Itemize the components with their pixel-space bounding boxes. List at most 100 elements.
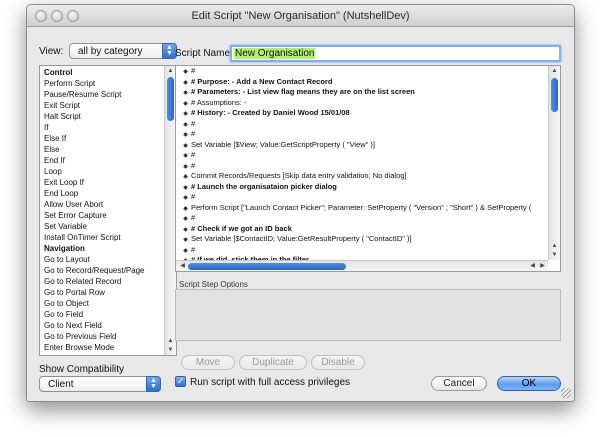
- script-editor[interactable]: ◆ # ◆ # Purpose: - Add a New Contact Record…: [175, 65, 561, 272]
- move-handle-icon[interactable]: ◆: [180, 151, 191, 161]
- move-handle-icon[interactable]: ◆: [180, 120, 191, 130]
- move-handle-icon[interactable]: ◆: [180, 162, 191, 172]
- move-button[interactable]: Move: [181, 355, 235, 370]
- move-handle-icon[interactable]: ◆: [180, 99, 191, 109]
- list-item[interactable]: Else: [44, 144, 163, 155]
- script-line[interactable]: ◆ Commit Records/Requests [Skip data entr…: [180, 171, 548, 182]
- script-line[interactable]: ◆ #: [180, 119, 548, 130]
- step-category[interactable]: Navigation: [44, 243, 163, 254]
- duplicate-button[interactable]: Duplicate: [239, 355, 307, 370]
- compatibility-selected: Client: [48, 379, 74, 390]
- script-line[interactable]: ◆ Set Variable [$View; Value:GetScriptPro…: [180, 140, 548, 151]
- editor-scroll-thumb[interactable]: [551, 78, 558, 112]
- editor-hscroll-thumb[interactable]: [188, 263, 346, 270]
- script-line[interactable]: ◆ # Assumptions: -: [180, 98, 548, 109]
- move-handle-icon[interactable]: ◆: [180, 225, 191, 235]
- cancel-button[interactable]: Cancel: [431, 376, 487, 391]
- scroll-right-icon[interactable]: ▶: [537, 262, 548, 271]
- step-category[interactable]: Control: [44, 67, 163, 78]
- list-item[interactable]: End If: [44, 155, 163, 166]
- view-popup[interactable]: all by category ▲ ▼: [69, 43, 177, 59]
- move-handle-icon[interactable]: ◆: [180, 130, 191, 140]
- move-handle-icon[interactable]: ◆: [180, 246, 191, 256]
- editor-horizontal-scrollbar[interactable]: ◀ ◀ ▶: [176, 260, 548, 271]
- full-access-label: Run script with full access privileges: [190, 377, 351, 388]
- move-handle-icon[interactable]: ◆: [180, 235, 191, 245]
- list-item[interactable]: If: [44, 122, 163, 133]
- script-line[interactable]: ◆ #: [180, 213, 548, 224]
- list-item[interactable]: Exit Loop If: [44, 177, 163, 188]
- script-line[interactable]: ◆ # Launch the organisataion picker dialo…: [180, 182, 548, 193]
- move-handle-icon[interactable]: ◆: [180, 88, 191, 98]
- script-line[interactable]: ◆ #: [180, 161, 548, 172]
- script-name-label: Script Name:: [175, 48, 233, 59]
- list-item[interactable]: Allow User Abort: [44, 199, 163, 210]
- script-line[interactable]: ◆ #: [180, 129, 548, 140]
- script-line[interactable]: ◆ # Purpose: - Add a New Contact Record: [180, 77, 548, 88]
- compatibility-popup[interactable]: Client ▲ ▼: [39, 376, 161, 392]
- list-item[interactable]: Go to Next Field: [44, 320, 163, 331]
- script-line[interactable]: ◆ Perform Script ["Launch Contact Picker"…: [180, 203, 548, 214]
- list-item[interactable]: Enter Browse Mode: [44, 342, 163, 353]
- move-handle-icon[interactable]: ◆: [180, 214, 191, 224]
- list-item[interactable]: Else If: [44, 133, 163, 144]
- script-step-options-label: Script Step Options: [179, 280, 248, 289]
- script-line[interactable]: ◆ #: [180, 192, 548, 203]
- script-line[interactable]: ◆ #: [180, 245, 548, 256]
- list-item[interactable]: Go to Layout: [44, 254, 163, 265]
- script-line-text: #: [191, 192, 196, 201]
- ok-button[interactable]: OK: [497, 376, 561, 391]
- move-handle-icon[interactable]: ◆: [180, 109, 191, 119]
- list-item[interactable]: Perform Script: [44, 78, 163, 89]
- list-item[interactable]: Exit Script: [44, 100, 163, 111]
- script-line[interactable]: ◆ # Parameters: - List view flag means th…: [180, 87, 548, 98]
- script-line[interactable]: ◆ # History: - Created by Daniel Wood 15/…: [180, 108, 548, 119]
- script-line[interactable]: ◆ Set Variable [$ContactID; Value:GetResu…: [180, 234, 548, 245]
- script-line[interactable]: ◆ #: [180, 150, 548, 161]
- script-line-text: Set Variable [$View; Value:GetScriptProp…: [191, 139, 376, 149]
- script-line-text: #: [191, 213, 196, 222]
- scroll-down-icon[interactable]: ▼: [549, 251, 560, 260]
- resize-grip-icon[interactable]: [561, 388, 571, 398]
- move-handle-icon[interactable]: ◆: [180, 67, 191, 77]
- view-selected: all by category: [78, 46, 143, 57]
- disable-button[interactable]: Disable: [311, 355, 365, 370]
- move-handle-icon[interactable]: ◆: [180, 141, 191, 151]
- list-item[interactable]: Go to Portal Row: [44, 287, 163, 298]
- steps-scroll-thumb[interactable]: [167, 77, 174, 121]
- script-line-text: # Purpose: - Add a New Contact Record: [191, 76, 333, 86]
- move-handle-icon[interactable]: ◆: [180, 204, 191, 214]
- move-handle-icon[interactable]: ◆: [180, 183, 191, 193]
- list-item[interactable]: Enter Find Mode: [44, 353, 163, 355]
- script-line-text: # History: - Created by Daniel Wood 15/0…: [191, 108, 350, 117]
- list-item[interactable]: Go to Related Record: [44, 276, 163, 287]
- list-item[interactable]: Go to Previous Field: [44, 331, 163, 342]
- move-handle-icon[interactable]: ◆: [180, 193, 191, 203]
- scroll-up-icon[interactable]: ▲: [549, 67, 560, 76]
- script-line-text: # Check if we got an ID back: [191, 223, 292, 233]
- move-handle-icon[interactable]: ◆: [180, 172, 191, 182]
- list-item[interactable]: Set Variable: [44, 221, 163, 232]
- list-item[interactable]: Go to Record/Request/Page: [44, 265, 163, 276]
- list-item[interactable]: End Loop: [44, 188, 163, 199]
- script-line[interactable]: ◆ #: [180, 66, 548, 77]
- list-item[interactable]: Pause/Resume Script: [44, 89, 163, 100]
- list-item[interactable]: Set Error Capture: [44, 210, 163, 221]
- list-item[interactable]: Install OnTimer Script: [44, 232, 163, 243]
- list-item[interactable]: Go to Object: [44, 298, 163, 309]
- list-item[interactable]: Halt Script: [44, 111, 163, 122]
- script-steps-list[interactable]: Control Perform Script Pause/Resume Script…: [39, 65, 177, 356]
- scroll-up-icon[interactable]: ▲: [549, 242, 560, 251]
- move-handle-icon[interactable]: ◆: [180, 78, 191, 88]
- script-name-input[interactable]: New Organisation: [230, 45, 561, 62]
- scroll-down-icon[interactable]: ▼: [165, 346, 176, 355]
- script-line-text: #: [191, 150, 196, 159]
- script-line-text: #: [191, 129, 196, 138]
- editor-vertical-scrollbar[interactable]: ▲ ▲ ▼: [548, 66, 560, 260]
- list-item[interactable]: Go to Field: [44, 309, 163, 320]
- script-line-text: # Assumptions: -: [191, 97, 247, 107]
- script-line[interactable]: ◆ # Check if we got an ID back: [180, 224, 548, 235]
- list-item[interactable]: Loop: [44, 166, 163, 177]
- full-access-checkbox[interactable]: ✓: [175, 376, 186, 387]
- scroll-left-icon[interactable]: ◀: [177, 262, 188, 271]
